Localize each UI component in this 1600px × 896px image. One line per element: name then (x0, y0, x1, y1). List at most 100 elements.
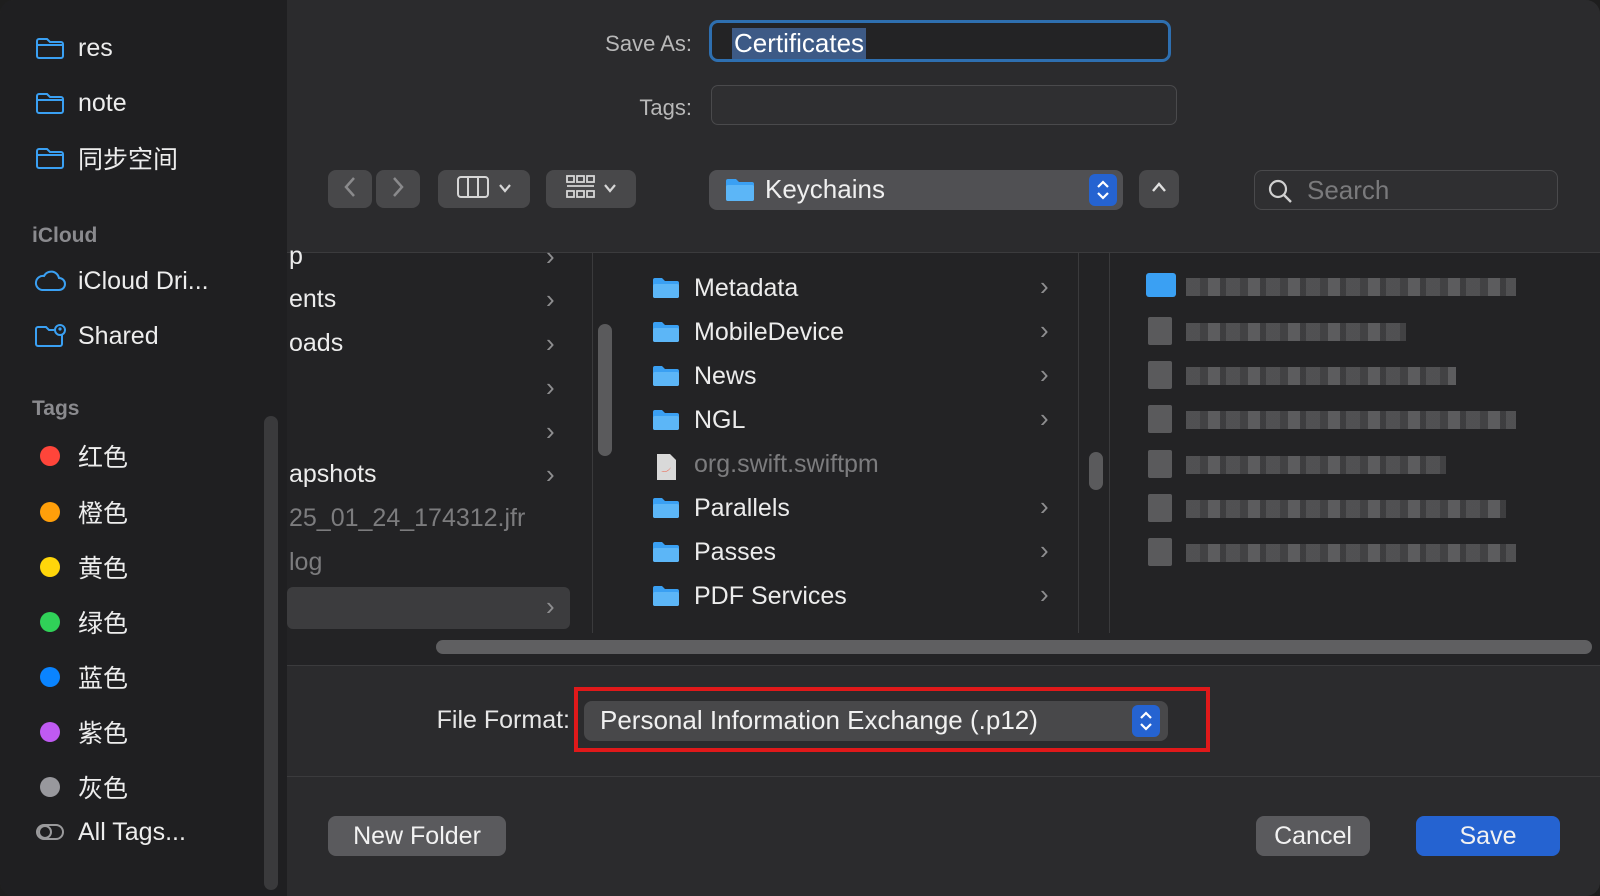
blurred-filename (1186, 323, 1406, 341)
sidebar-item-icloud-drive[interactable]: iCloud Dri... (34, 261, 209, 301)
tags-input[interactable] (711, 85, 1177, 125)
selected-row[interactable] (287, 587, 570, 629)
sidebar-item-label: 灰色 (78, 775, 129, 803)
chevron-right-icon: › (1040, 491, 1049, 521)
chevron-right-icon: › (1040, 359, 1049, 389)
sidebar-section-icloud: iCloud (32, 224, 98, 247)
sidebar-section-tags: Tags (32, 397, 80, 420)
sidebar-tag-item[interactable]: 黄色 (34, 547, 128, 587)
list-item[interactable]: NGL (652, 400, 745, 440)
sidebar-item-note[interactable]: note (34, 83, 127, 123)
list-item-label: MobileDevice (694, 317, 845, 346)
tag-color-dot (40, 667, 60, 687)
chevron-left-icon (342, 175, 358, 204)
chevron-right-icon: › (1040, 403, 1049, 433)
sidebar-tag-item[interactable]: 红色 (34, 436, 128, 476)
sidebar-item-label: note (78, 88, 127, 117)
location-popup[interactable]: Keychains (709, 170, 1123, 210)
grid-group-icon (565, 174, 595, 205)
save-button[interactable]: Save (1416, 816, 1560, 856)
sidebar-tag-item[interactable]: 紫色 (34, 712, 128, 752)
file-icon (1148, 361, 1172, 389)
list-item[interactable]: PDF Services (652, 576, 847, 616)
sidebar-item-label: 橙色 (78, 500, 129, 528)
highlight-box (574, 687, 1210, 752)
file-icon (1148, 538, 1172, 566)
tags-label: Tags: (639, 95, 692, 120)
chevron-right-icon: › (1040, 535, 1049, 565)
list-item[interactable]: Parallels (652, 488, 790, 528)
group-button[interactable] (546, 170, 636, 208)
sidebar-item-label: 黄色 (78, 555, 129, 583)
tag-color-dot (40, 777, 60, 797)
sidebar-item-sync-space[interactable]: 同步空间 (34, 138, 178, 178)
chevron-right-icon: › (546, 284, 555, 314)
file-icon (1148, 450, 1172, 478)
sidebar-item-res[interactable]: res (34, 28, 113, 68)
cancel-button[interactable]: Cancel (1256, 816, 1370, 856)
file-icon (1148, 494, 1172, 522)
list-item[interactable]: apshots (289, 454, 377, 494)
list-item-label: Parallels (694, 493, 790, 522)
list-item-label: NGL (694, 405, 746, 434)
folder-icon (34, 145, 66, 171)
blurred-filename (1186, 544, 1516, 562)
new-folder-button[interactable]: New Folder (328, 816, 506, 856)
search-field[interactable]: Search (1254, 170, 1558, 210)
list-item[interactable]: oads (289, 323, 343, 363)
sidebar-scrollbar[interactable] (264, 416, 278, 890)
tag-color-dot (40, 446, 60, 466)
column-1-scrollbar[interactable] (598, 324, 612, 456)
forward-button[interactable] (376, 170, 420, 208)
horizontal-scrollbar[interactable] (436, 640, 1592, 654)
search-icon (1267, 178, 1293, 209)
cloud-icon (34, 268, 66, 294)
folder-icon (652, 365, 680, 387)
list-item[interactable]: News (652, 356, 757, 396)
list-item[interactable]: Passes (652, 532, 776, 572)
sidebar-item-label: iCloud Dri... (78, 266, 209, 295)
blurred-filename (1186, 500, 1506, 518)
sidebar-tag-item[interactable]: 绿色 (34, 602, 128, 642)
column-divider (1078, 253, 1079, 633)
chevron-right-icon: › (546, 241, 555, 271)
chevron-right-icon: › (546, 328, 555, 358)
chevron-down-icon (498, 180, 512, 198)
list-item[interactable]: org.swift.swiftpm (652, 444, 879, 484)
folder-icon (652, 541, 680, 563)
sidebar-item-all-tags[interactable]: All Tags... (34, 812, 186, 852)
sidebar-tag-item[interactable]: 橙色 (34, 492, 128, 532)
chevron-right-icon: › (1040, 579, 1049, 609)
sidebar-tag-item[interactable]: 蓝色 (34, 657, 128, 697)
view-mode-button[interactable] (438, 170, 530, 208)
chevron-right-icon (390, 175, 406, 204)
save-as-input[interactable]: Certificates (709, 20, 1171, 62)
stepper-icon (1089, 174, 1117, 206)
chevron-right-icon: › (546, 372, 555, 402)
tag-color-dot (40, 502, 60, 522)
column-2-scrollbar[interactable] (1089, 452, 1103, 490)
chevron-up-icon (1151, 180, 1167, 198)
list-item[interactable]: MobileDevice (652, 312, 844, 352)
list-item[interactable]: p (289, 236, 303, 276)
list-item[interactable]: log (289, 542, 322, 582)
list-item[interactable]: 25_01_24_174312.jfr (289, 498, 525, 538)
enclosing-folder-button[interactable] (1139, 170, 1179, 208)
list-item[interactable]: ents (289, 279, 336, 319)
divider (287, 776, 1600, 777)
folder-icon (1146, 273, 1176, 297)
sidebar-item-label: res (78, 33, 113, 62)
sidebar-tag-item[interactable]: 灰色 (34, 767, 128, 807)
folder-icon (652, 497, 680, 519)
all-tags-icon (34, 819, 66, 845)
back-button[interactable] (328, 170, 372, 208)
file-format-label: File Format: (436, 706, 570, 734)
location-value: Keychains (765, 174, 885, 204)
sidebar-item-label: All Tags... (78, 817, 186, 846)
sidebar-item-shared[interactable]: Shared (34, 316, 159, 356)
swift-file-icon (652, 453, 680, 480)
blurred-filename (1186, 278, 1516, 296)
list-item[interactable]: Metadata (652, 268, 798, 308)
sidebar-item-label: 蓝色 (78, 665, 129, 693)
list-item-label: Metadata (694, 273, 799, 302)
